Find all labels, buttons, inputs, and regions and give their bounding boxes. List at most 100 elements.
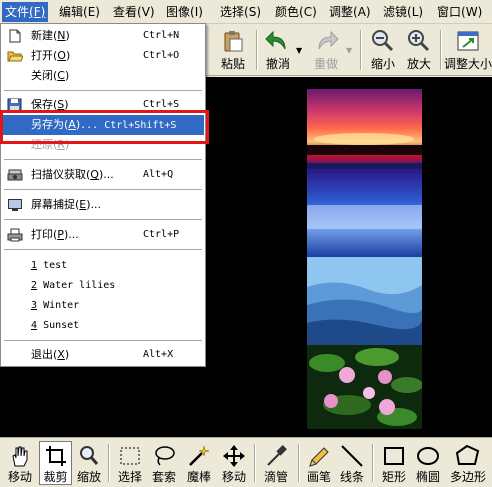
menu-filter-key: (L) xyxy=(407,5,424,19)
polygon-icon xyxy=(455,444,480,465)
recent-1-name: test xyxy=(43,260,68,271)
menu-item-exit[interactable]: 退出(X) Alt+X xyxy=(2,345,204,365)
menu-adjust[interactable]: 调整(A) xyxy=(326,2,374,22)
open-shortcut: Ctrl+O xyxy=(143,50,180,61)
tool-eyedropper-label: 滴管 xyxy=(263,470,288,484)
zoom-in-icon xyxy=(408,30,430,52)
tool-select-button[interactable]: 选择 xyxy=(114,442,146,486)
eyedropper-icon xyxy=(267,445,287,466)
rectangle-icon xyxy=(384,447,404,465)
new-file-icon xyxy=(9,29,21,43)
printer-icon xyxy=(7,228,23,242)
undo-button[interactable]: 撤消 xyxy=(262,27,294,73)
menu-item-print[interactable]: 打印(P)... Ctrl+P xyxy=(2,225,204,245)
undo-label: 撤消 xyxy=(265,57,290,71)
line-icon xyxy=(341,445,363,467)
recent-2-number: 2 xyxy=(31,280,38,291)
undo-icon xyxy=(265,30,286,50)
redo-icon xyxy=(318,30,339,50)
tool-lasso-button[interactable]: 套索 xyxy=(148,442,180,486)
file-menu-dropdown: 新建(N) Ctrl+N 打开(O) Ctrl+O 关闭(C) 保存(S) Ct… xyxy=(0,23,206,367)
menu-view-key: (V) xyxy=(137,5,155,19)
screen-capture-ellipsis: ... xyxy=(90,198,102,211)
menu-window-key: (W) xyxy=(461,5,483,19)
tool-rectangle-button[interactable]: 矩形 xyxy=(378,442,410,486)
screen-capture-label: 屏幕捕捉 xyxy=(31,198,75,211)
menu-adjust-label: 调整 xyxy=(329,5,354,19)
lasso-icon xyxy=(155,446,175,466)
menu-filter[interactable]: 滤镜(L) xyxy=(380,2,426,22)
hand-icon xyxy=(12,446,28,467)
resize-label: 调整大小 xyxy=(444,57,492,71)
open-folder-icon xyxy=(7,51,23,62)
zoom-out-icon xyxy=(372,30,394,52)
menu-view[interactable]: 查看(V) xyxy=(110,2,158,22)
zoom-out-label: 缩小 xyxy=(370,57,395,71)
tool-polygon-label: 多边形 xyxy=(449,470,486,484)
highlight-annotation-box xyxy=(0,110,209,144)
resize-button[interactable]: 调整大小 xyxy=(444,27,492,73)
undo-dropdown-icon[interactable]: ▼ xyxy=(296,46,302,55)
tool-pencil-label: 画笔 xyxy=(306,470,331,484)
recent-file-3[interactable]: 3 Winter xyxy=(2,296,204,316)
tool-move-button[interactable]: 移动 xyxy=(218,442,250,486)
recent-3-name: Winter xyxy=(43,300,80,311)
tool-zoom-label: 缩放 xyxy=(76,470,101,484)
close-label: 关闭 xyxy=(31,69,53,82)
menu-item-open[interactable]: 打开(O) Ctrl+O xyxy=(2,46,204,66)
menu-image[interactable]: 图像(I) xyxy=(163,2,206,22)
menu-select[interactable]: 选择(S) xyxy=(217,2,264,22)
tool-eyedropper-button[interactable]: 滴管 xyxy=(260,442,292,486)
menu-image-key: (I) xyxy=(190,5,203,19)
recent-file-4[interactable]: 4 Sunset xyxy=(2,316,204,336)
menu-item-new[interactable]: 新建(N) Ctrl+N xyxy=(2,26,204,46)
print-shortcut: Ctrl+P xyxy=(143,229,180,240)
tool-move-label: 移动 xyxy=(221,470,246,484)
recent-4-name: Sunset xyxy=(43,320,80,331)
paste-button[interactable]: 粘贴 xyxy=(214,27,252,73)
magnifier-icon xyxy=(80,446,99,465)
tool-hand-button[interactable]: 移动 xyxy=(4,442,36,486)
menu-item-scanner[interactable]: 扫描仪获取(Q)... Alt+Q xyxy=(2,165,204,185)
menu-adjust-key: (A) xyxy=(353,5,371,19)
menu-edit[interactable]: 编辑(E) xyxy=(56,2,103,22)
close-key: C xyxy=(57,69,65,82)
magic-wand-icon xyxy=(189,445,210,466)
menu-color[interactable]: 颜色(C) xyxy=(272,2,320,22)
scanner-label: 扫描仪获取 xyxy=(31,168,86,181)
zoom-in-label: 放大 xyxy=(406,57,431,71)
exit-shortcut: Alt+X xyxy=(143,349,174,360)
menu-select-label: 选择 xyxy=(220,5,245,19)
menu-window-label: 窗口 xyxy=(437,5,462,19)
tool-line-label: 线条 xyxy=(339,470,364,484)
tool-ellipse-button[interactable]: 椭圆 xyxy=(412,442,444,486)
menu-filter-label: 滤镜 xyxy=(383,5,408,19)
recent-4-number: 4 xyxy=(31,320,38,331)
menu-item-close[interactable]: 关闭(C) xyxy=(2,66,204,86)
menu-color-key: (C) xyxy=(299,5,317,19)
scanner-shortcut: Alt+Q xyxy=(143,169,174,180)
tool-polygon-button[interactable]: 多边形 xyxy=(446,442,490,486)
menu-image-label: 图像 xyxy=(166,5,191,19)
menu-item-screen-capture[interactable]: 屏幕捕捉(E)... xyxy=(2,195,204,215)
tool-zoom-button[interactable]: 缩放 xyxy=(75,442,103,486)
tool-line-button[interactable]: 线条 xyxy=(336,442,368,486)
recent-file-2[interactable]: 2 Water lilies xyxy=(2,276,204,296)
new-label: 新建 xyxy=(31,29,53,42)
paste-label: 粘贴 xyxy=(220,57,245,71)
scanner-ellipsis: ... xyxy=(103,168,114,181)
zoom-out-button[interactable]: 缩小 xyxy=(366,27,400,73)
menu-window[interactable]: 窗口(W) xyxy=(434,2,485,22)
crop-icon xyxy=(45,446,66,466)
menu-file-label: 文件 xyxy=(5,5,30,19)
tool-pencil-button[interactable]: 画笔 xyxy=(303,442,335,486)
scanner-icon xyxy=(7,169,23,181)
recent-file-1[interactable]: 1 test xyxy=(2,256,204,276)
new-shortcut: Ctrl+N xyxy=(143,30,180,41)
redo-button: 重做 xyxy=(308,27,344,73)
resize-icon xyxy=(457,31,479,51)
tool-magic-wand-button[interactable]: 魔棒 xyxy=(183,442,215,486)
zoom-in-button[interactable]: 放大 xyxy=(402,27,436,73)
tool-crop-button[interactable]: 裁剪 xyxy=(39,441,72,485)
menu-file[interactable]: 文件(F) xyxy=(2,2,49,22)
